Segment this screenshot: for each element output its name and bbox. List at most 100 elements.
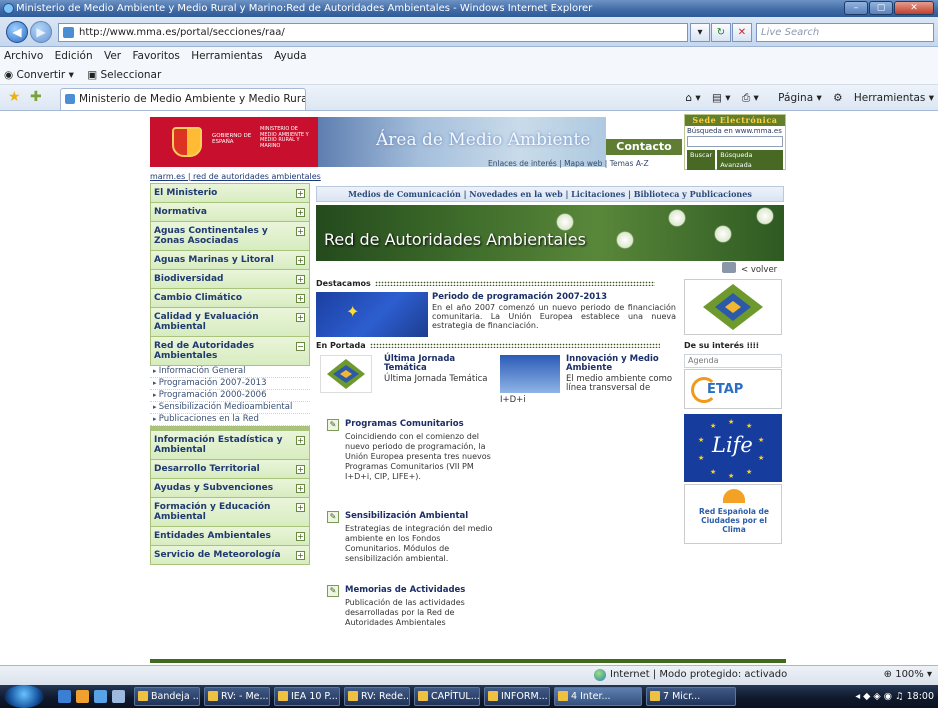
menu-edicion[interactable]: Edición bbox=[55, 50, 93, 62]
busqueda-avanzada-button[interactable]: Búsqueda Avanzada bbox=[717, 150, 783, 170]
zoom-level[interactable]: ⊕ 100% ▾ bbox=[884, 666, 932, 684]
maximize-button[interactable]: ▢ bbox=[869, 1, 893, 15]
menu-desarrollo-territorial[interactable]: Desarrollo Territorial + bbox=[150, 460, 310, 479]
programas-title[interactable]: Programas Comunitarios bbox=[345, 419, 464, 429]
menu-normativa[interactable]: Normativa + bbox=[150, 203, 310, 222]
buscar-button[interactable]: Buscar bbox=[687, 150, 716, 170]
minimize-button[interactable]: – bbox=[844, 1, 868, 15]
menu-informacion-estadistica[interactable]: Información Estadística y Ambiental + bbox=[150, 430, 310, 460]
document-icon[interactable]: ✎ bbox=[327, 419, 339, 431]
add-favorites-icon[interactable]: ✚ bbox=[30, 89, 42, 105]
address-bar[interactable]: http://www.mma.es/portal/secciones/raa/ bbox=[58, 23, 688, 42]
dropdown-icon[interactable]: ▾ bbox=[690, 23, 710, 42]
expand-icon[interactable]: + bbox=[296, 208, 305, 217]
task-button[interactable]: 4 Inter... bbox=[554, 687, 642, 706]
raa-logo[interactable] bbox=[684, 279, 782, 335]
menu-archivo[interactable]: Archivo bbox=[4, 50, 43, 62]
menu-cambio-climatico[interactable]: Cambio Climático + bbox=[150, 289, 310, 308]
home-icon[interactable]: ⌂ ▾ bbox=[685, 92, 700, 104]
forward-button[interactable]: ▶ bbox=[30, 21, 52, 43]
task-button[interactable]: INFORM... bbox=[484, 687, 550, 706]
menu-favoritos[interactable]: Favoritos bbox=[132, 50, 179, 62]
destacamos-title[interactable]: Periodo de programación 2007-2013 bbox=[432, 292, 676, 302]
memorias-title[interactable]: Memorias de Actividades bbox=[345, 585, 465, 595]
expand-icon[interactable]: + bbox=[296, 551, 305, 560]
tools-menu[interactable]: ⚙ Herramientas ▾ bbox=[833, 92, 934, 104]
expand-icon[interactable]: + bbox=[296, 532, 305, 541]
clock[interactable]: 18:00 bbox=[907, 691, 934, 702]
printer-icon[interactable] bbox=[722, 262, 736, 273]
menu-red-autoridades[interactable]: Red de Autoridades Ambientales − bbox=[150, 337, 310, 366]
task-button[interactable]: Bandeja ... bbox=[134, 687, 200, 706]
submenu-sensibilizacion[interactable]: Sensibilización Medioambiental bbox=[150, 402, 310, 414]
life-logo[interactable]: ★ ★ ★ ★ ★ ★ ★ ★ ★ ★ Life bbox=[684, 414, 782, 482]
refresh-icon[interactable]: ↻ bbox=[711, 23, 731, 42]
etap-logo[interactable]: ETAP bbox=[684, 369, 782, 409]
task-button[interactable]: CAPÍTUL... bbox=[414, 687, 480, 706]
expand-icon[interactable]: + bbox=[296, 484, 305, 493]
sensibilizacion-title[interactable]: Sensibilización Ambiental bbox=[345, 511, 468, 521]
breadcrumb[interactable]: marm.es | red de autoridades ambientales bbox=[150, 172, 321, 181]
menu-ver[interactable]: Ver bbox=[104, 50, 121, 62]
submenu-informacion-general[interactable]: Información General bbox=[150, 366, 310, 378]
favorites-star-icon[interactable]: ★ bbox=[8, 89, 21, 105]
expand-icon[interactable]: + bbox=[296, 189, 305, 198]
wind-turbine-image[interactable] bbox=[500, 355, 560, 393]
feeds-icon[interactable]: ▤ ▾ bbox=[712, 92, 731, 104]
expand-icon[interactable]: + bbox=[296, 256, 305, 265]
document-icon[interactable]: ✎ bbox=[327, 511, 339, 523]
expand-icon[interactable]: + bbox=[296, 227, 305, 236]
print-icon[interactable]: ⎙ ▾ bbox=[742, 92, 759, 104]
tray-icons[interactable]: ◂ ◆ ◈ ◉ ♫ bbox=[855, 691, 906, 702]
quicklaunch-icon[interactable] bbox=[76, 690, 89, 703]
expand-icon[interactable]: + bbox=[296, 436, 305, 445]
task-button[interactable]: 7 Micr... bbox=[646, 687, 736, 706]
portada-item-title[interactable]: Innovación y Medio Ambiente bbox=[566, 355, 676, 373]
menu-ayuda[interactable]: Ayuda bbox=[274, 50, 306, 62]
volver-link[interactable]: < volver bbox=[741, 265, 777, 275]
start-button[interactable] bbox=[4, 685, 44, 708]
document-icon[interactable]: ✎ bbox=[327, 585, 339, 597]
government-logo[interactable]: GOBIERNO DE ESPAÑA MINISTERIO DE MEDIO A… bbox=[150, 117, 318, 167]
security-zone[interactable]: Internet | Modo protegido: activado bbox=[594, 666, 787, 684]
menu-biodiversidad[interactable]: Biodiversidad + bbox=[150, 270, 310, 289]
submenu-programacion-2000[interactable]: Programación 2000-2006 bbox=[150, 390, 310, 402]
menu-aguas-continentales[interactable]: Aguas Continentales y Zonas Asociadas + bbox=[150, 222, 310, 251]
show-desktop-icon[interactable] bbox=[58, 690, 71, 703]
menu-ayudas-subvenciones[interactable]: Ayudas y Subvenciones + bbox=[150, 479, 310, 498]
task-button[interactable]: IEA 10 P... bbox=[274, 687, 340, 706]
red-espanola-logo[interactable]: Red Española de Ciudades por el Clima bbox=[684, 484, 782, 544]
menu-servicio-meteorologia[interactable]: Servicio de Meteorología + bbox=[150, 546, 310, 565]
browser-tab[interactable]: Ministerio de Medio Ambiente y Medio Rur… bbox=[60, 88, 306, 110]
menu-calidad-evaluacion[interactable]: Calidad y Evaluación Ambiental + bbox=[150, 308, 310, 337]
portada-item-title[interactable]: Última Jornada Temática bbox=[384, 355, 484, 373]
submenu-programacion-2007[interactable]: Programación 2007-2013 bbox=[150, 378, 310, 390]
expand-icon[interactable]: + bbox=[296, 294, 305, 303]
quicklaunch-icon[interactable] bbox=[94, 690, 107, 703]
stop-icon[interactable]: ✕ bbox=[732, 23, 752, 42]
convertir-button[interactable]: ◉ Convertir ▾ bbox=[4, 69, 74, 81]
search-input[interactable]: Live Search bbox=[756, 23, 934, 42]
close-button[interactable]: ✕ bbox=[894, 1, 934, 15]
expand-icon[interactable]: + bbox=[296, 313, 305, 322]
quicklaunch-icon[interactable] bbox=[112, 690, 125, 703]
seleccionar-button[interactable]: ▣ Seleccionar bbox=[87, 69, 161, 81]
menu-formacion-educacion[interactable]: Formación y Educación Ambiental + bbox=[150, 498, 310, 527]
contacto-button[interactable]: Contacto bbox=[606, 139, 682, 155]
agenda-box[interactable]: Agenda bbox=[684, 354, 782, 368]
collapse-icon[interactable]: − bbox=[296, 342, 305, 351]
expand-icon[interactable]: + bbox=[296, 275, 305, 284]
site-search-input[interactable] bbox=[687, 136, 783, 147]
expand-icon[interactable]: + bbox=[296, 503, 305, 512]
back-button[interactable]: ◀ bbox=[6, 21, 28, 43]
submenu-publicaciones[interactable]: Publicaciones en la Red bbox=[150, 414, 310, 426]
eu-map-image[interactable]: ✦ bbox=[316, 292, 428, 337]
expand-icon[interactable]: + bbox=[296, 465, 305, 474]
page-menu[interactable]: Página ▾ bbox=[770, 92, 822, 104]
sede-title[interactable]: Sede Electrónica bbox=[685, 115, 785, 126]
header-links[interactable]: Enlaces de interés | Mapa web | Temas A-… bbox=[488, 159, 649, 168]
top-nav[interactable]: Medios de Comunicación | Novedades en la… bbox=[316, 186, 784, 202]
menu-herramientas[interactable]: Herramientas bbox=[191, 50, 263, 62]
task-button[interactable]: RV: - Me... bbox=[204, 687, 270, 706]
menu-el-ministerio[interactable]: El Ministerio + bbox=[150, 183, 310, 203]
